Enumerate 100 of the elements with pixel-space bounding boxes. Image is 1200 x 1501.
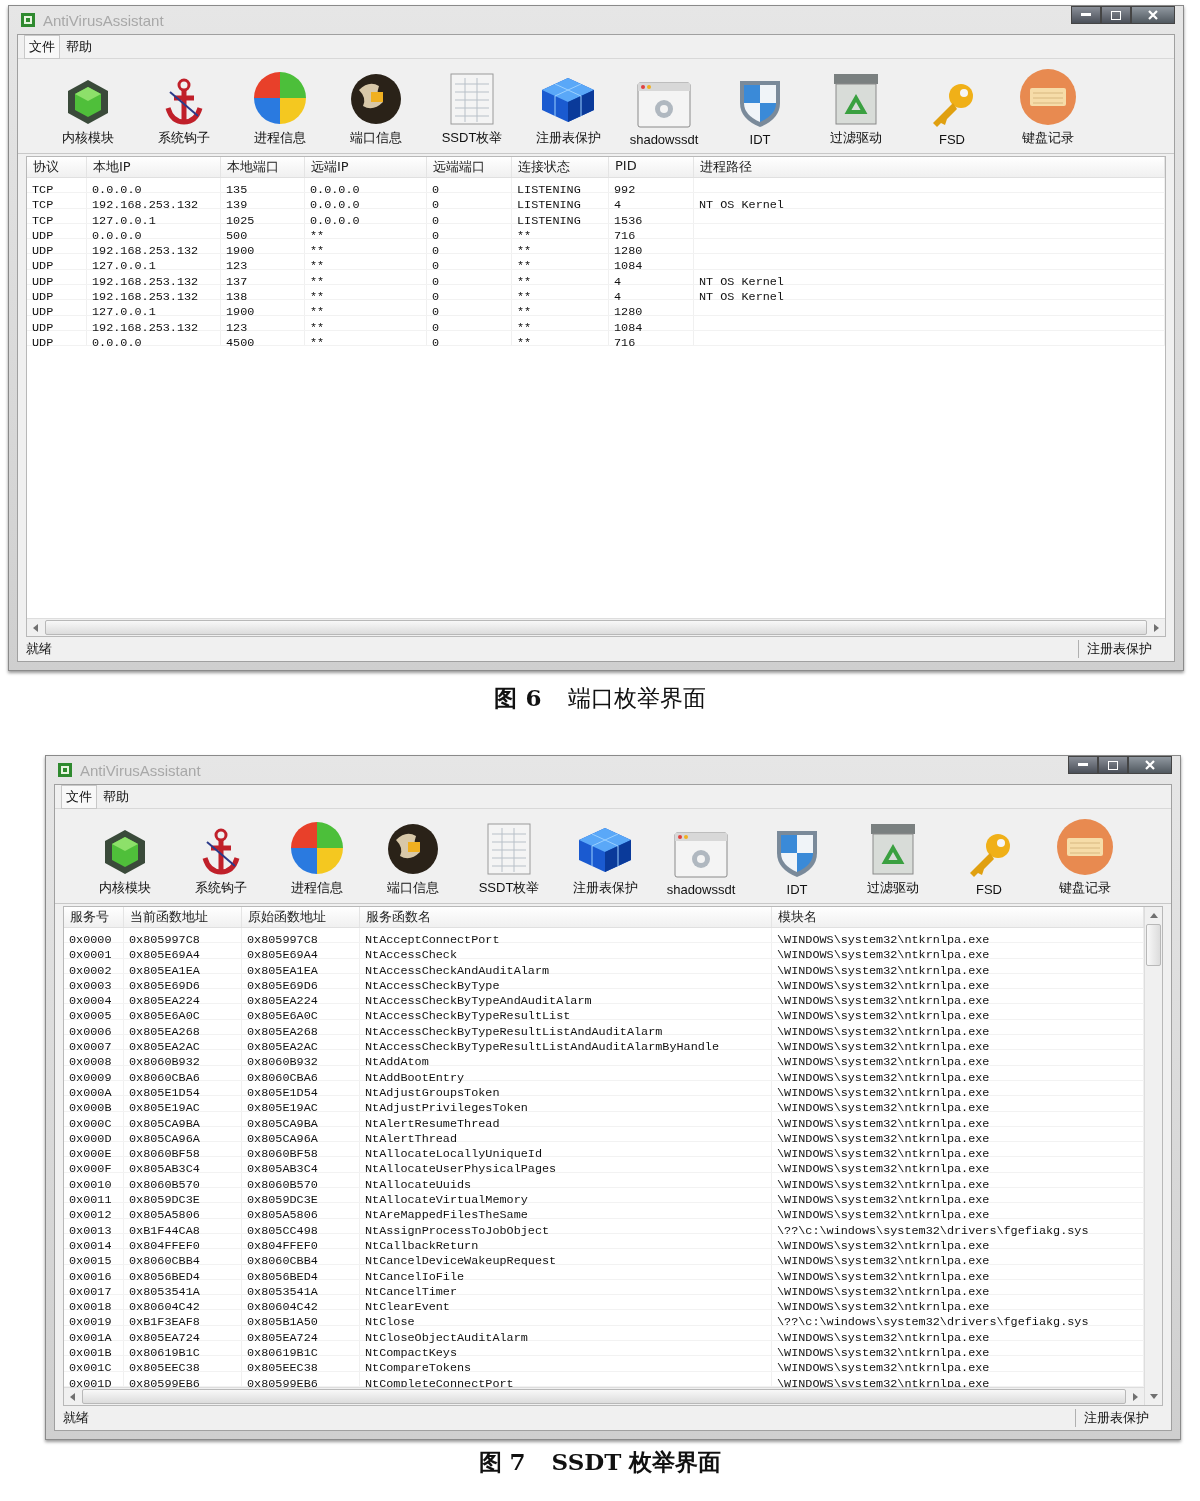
table-cell: \WINDOWS\system32\ntkrnlpa.exe [777,1238,990,1253]
toolbar-button[interactable]: 端口信息 [328,63,424,147]
table-cell: ** [517,259,532,274]
column-header[interactable]: PID [609,157,694,177]
table-cell: NtClose [365,1315,415,1330]
toolbar-button[interactable]: 系统钩子 [173,813,269,897]
table-cell: NtAccessCheckByTypeResultList [365,1009,571,1024]
table-cell: 123 [226,320,248,335]
toolbar-button[interactable]: 内核模块 [40,63,136,147]
keyboard-icon [1055,818,1115,876]
column-header[interactable]: 远端端口 [427,157,512,177]
horizontal-scrollbar[interactable] [27,618,1165,636]
recycle-bin-icon [832,72,880,126]
table-cell: 1536 [614,213,643,228]
table-cell: NtAreMappedFilesTheSame [365,1208,528,1223]
table-cell: 0x80604C42 [247,1300,318,1315]
scroll-thumb[interactable] [45,620,1147,635]
table-cell: 0x0006 [69,1024,112,1039]
column-header[interactable]: 本地IP [87,157,221,177]
toolbar-button[interactable]: 过滤驱动 [845,813,941,897]
minimize-button[interactable] [1068,756,1098,774]
table-cell: \WINDOWS\system32\ntkrnlpa.exe [777,1131,990,1146]
spreadsheet-icon [449,72,495,126]
colored-ball-icon [252,70,308,126]
toolbar-button[interactable]: SSDT枚举 [424,63,520,147]
table-cell: 992 [614,183,636,197]
vertical-scrollbar[interactable] [1144,907,1162,1405]
table-cell: 0x80604C42 [129,1300,200,1315]
toolbar-button[interactable]: 键盘记录 [1000,63,1096,147]
toolbar-button[interactable]: 系统钩子 [136,63,232,147]
maximize-button[interactable] [1101,6,1131,24]
table-cell: 1084 [614,259,643,274]
maximize-button[interactable] [1098,756,1128,774]
table-cell: 0x0007 [69,1040,112,1055]
table-cell: 0x0005 [69,1009,112,1024]
column-header[interactable]: 远端IP [305,157,427,177]
toolbar-button[interactable]: IDT [712,63,808,147]
toolbar-button[interactable]: FSD [941,813,1037,897]
toolbar-button[interactable]: shadowssdt [653,813,749,897]
close-button[interactable] [1128,756,1172,774]
toolbar-button[interactable]: IDT [749,813,845,897]
toolbar-button[interactable]: shadowssdt [616,63,712,147]
scroll-thumb[interactable] [82,1389,1126,1404]
table-cell: 0x805E6A0C [247,1009,318,1024]
table-cell: 0x001B [69,1346,112,1360]
toolbar-button[interactable]: 过滤驱动 [808,63,904,147]
toolbar-button[interactable]: 内核模块 [77,813,173,897]
status-text: 注册表保护 [1078,640,1166,658]
table-cell: NtCancelTimer [365,1284,458,1299]
toolbar-button[interactable]: SSDT枚举 [461,813,557,897]
left-arrow-icon [31,622,41,633]
column-header[interactable]: 服务号 [64,907,124,927]
toolbar-button[interactable]: 端口信息 [365,813,461,897]
toolbar-button[interactable]: 进程信息 [269,813,365,897]
table-cell: 0x001C [69,1361,112,1376]
horizontal-scrollbar[interactable] [64,1387,1144,1405]
table-cell: \WINDOWS\system32\ntkrnlpa.exe [777,933,990,947]
table-cell: 0.0.0.0 [310,198,360,213]
toolbar-button[interactable]: 进程信息 [232,63,328,147]
table-cell: 0.0.0.0 [310,213,360,228]
minimize-icon [1078,763,1088,767]
column-header[interactable]: 服务函数名 [360,907,772,927]
table-cell: 1084 [614,320,643,335]
toolbar-button[interactable]: 注册表保护 [520,63,616,147]
menu-item[interactable]: 帮助 [62,35,96,58]
table-cell: 192.168.253.132 [92,198,199,213]
table-cell: 0x805EA724 [247,1330,318,1345]
close-button[interactable] [1131,6,1175,24]
menu-item[interactable]: 帮助 [99,785,133,808]
table-cell: \WINDOWS\system32\ntkrnlpa.exe [777,994,990,1009]
scroll-thumb[interactable] [1146,924,1161,966]
table-cell: 0x0002 [69,963,112,978]
table-cell: \WINDOWS\system32\ntkrnlpa.exe [777,978,990,993]
table-cell: NtAllocateVirtualMemory [365,1193,528,1208]
table-cell: 0x80619B1C [247,1346,318,1360]
table-cell: UDP [32,259,54,274]
column-header[interactable]: 当前函数地址 [124,907,242,927]
table-cell: 0x805EA224 [129,994,200,1009]
menu-item[interactable]: 文件 [24,34,60,59]
toolbar-button[interactable]: 注册表保护 [557,813,653,897]
table-cell: NtAlertResumeThread [365,1116,500,1131]
menu-item[interactable]: 文件 [61,784,97,809]
table-cell: \WINDOWS\system32\ntkrnlpa.exe [777,1300,990,1315]
column-header[interactable]: 协议 [27,157,87,177]
table-cell: ** [517,305,532,320]
table-cell: ** [310,228,325,243]
toolbar-button[interactable]: 键盘记录 [1037,813,1133,897]
table-cell: 137 [226,274,248,289]
minimize-button[interactable] [1071,6,1101,24]
table-cell: 0xB1F44CA8 [129,1223,200,1238]
table-cell: 139 [226,198,248,213]
toolbar-button[interactable]: FSD [904,63,1000,147]
column-header[interactable]: 进程路径 [694,157,1165,177]
table-cell: 0x8060CBA6 [129,1070,200,1085]
column-header[interactable]: 连接状态 [512,157,609,177]
table-cell: NtAddBootEntry [365,1070,465,1085]
column-header[interactable]: 本地端口 [221,157,305,177]
table-cell: \??\c:\windows\system32\drivers\fgefiakg.sys [777,1315,1089,1330]
column-header[interactable]: 原始函数地址 [242,907,360,927]
table-cell: ** [517,320,532,335]
